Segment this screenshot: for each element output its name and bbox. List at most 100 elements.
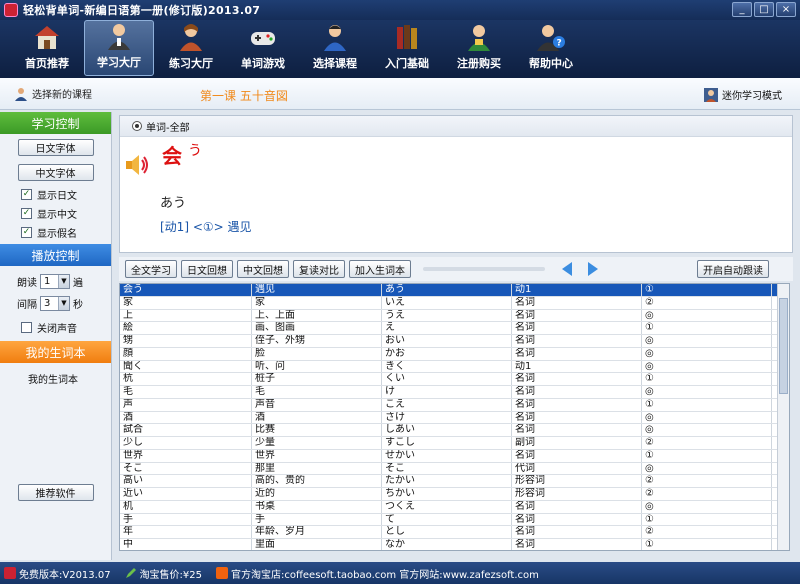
table-cell: とし bbox=[382, 526, 512, 538]
table-cell: ① bbox=[642, 398, 772, 411]
toolbar-home[interactable]: 首页推荐 bbox=[12, 20, 82, 76]
toolbar-help-center[interactable]: ? 帮助中心 bbox=[516, 20, 586, 76]
word-filter-label: 单词-全部 bbox=[146, 122, 190, 134]
toolbar-basics[interactable]: 入门基础 bbox=[372, 20, 442, 76]
jp-review-button[interactable]: 日文回想 bbox=[181, 260, 233, 278]
scrollbar-thumb[interactable] bbox=[779, 298, 788, 394]
show-cn-checkbox[interactable]: ✓ 显示中文 bbox=[21, 204, 111, 223]
word-filter[interactable]: 单词-全部 bbox=[120, 116, 792, 137]
table-cell: え bbox=[382, 322, 512, 334]
table-cell: 动1 bbox=[512, 360, 642, 373]
table-cell: 机 bbox=[120, 500, 252, 513]
read-count-select[interactable]: 1 ▼ bbox=[40, 273, 70, 289]
table-row[interactable]: 声声音 こえ 名词 ① bbox=[120, 398, 789, 412]
table-cell: 少量 bbox=[252, 437, 382, 449]
toolbar-study-hall[interactable]: 学习大厅 bbox=[84, 20, 154, 76]
interval-unit: 秒 bbox=[73, 299, 83, 311]
gamepad-icon bbox=[251, 32, 275, 45]
table-row[interactable]: 家家いえ 名词 ② bbox=[120, 296, 789, 310]
table-cell: うえ bbox=[382, 309, 512, 322]
vocab-item[interactable]: 我的生词本 bbox=[28, 371, 111, 386]
table-row[interactable]: 試合 比赛 しあい 名词 ◎ bbox=[120, 424, 789, 437]
table-row[interactable]: 会う 遇见 あう 动1 ① bbox=[120, 284, 789, 297]
taobao-icon bbox=[216, 567, 229, 579]
checkbox-checked-icon: ✓ bbox=[21, 189, 32, 200]
interval-select[interactable]: 3 ▼ bbox=[40, 295, 70, 311]
speaker-icon[interactable] bbox=[124, 152, 150, 178]
table-scrollbar[interactable] bbox=[777, 284, 789, 550]
table-row[interactable]: 中里面 なか 名词 ① bbox=[120, 539, 789, 550]
table-row[interactable]: 世界 世界 せかい 名词 ① bbox=[120, 449, 789, 463]
add-vocab-button[interactable]: 加入生词本 bbox=[349, 260, 411, 278]
table-row[interactable]: 上上、上面 うえ 名词 ◎ bbox=[120, 309, 789, 323]
table-cell: 形容词 bbox=[512, 488, 642, 500]
table-row[interactable]: そこ 那里 そこ 代词 ◎ bbox=[120, 462, 789, 476]
full-study-button[interactable]: 全文学习 bbox=[125, 260, 177, 278]
close-button[interactable]: × bbox=[776, 2, 796, 17]
table-cell: ① bbox=[642, 449, 772, 462]
table-cell: て bbox=[382, 513, 512, 526]
table-cell: ① bbox=[642, 513, 772, 526]
table-cell: 副词 bbox=[512, 437, 642, 449]
jp-font-button[interactable]: 日文字体 bbox=[17, 139, 94, 156]
table-row[interactable]: 近い 近的 ちかい 形容词 ② bbox=[120, 488, 789, 501]
table-cell: 中 bbox=[120, 539, 252, 550]
table-cell: 年 bbox=[120, 526, 252, 538]
table-row[interactable]: 毛毛け名词 ◎ bbox=[120, 386, 789, 399]
mini-mode-link[interactable]: 迷你学习模式 bbox=[704, 87, 782, 102]
house-icon bbox=[35, 26, 59, 49]
read-count-row: 朗读 1 ▼ 遍 bbox=[17, 270, 111, 292]
table-row[interactable]: 甥侄子、外甥 おい 名词 ◎ bbox=[120, 335, 789, 348]
table-row[interactable]: 手手て名词 ① bbox=[120, 513, 789, 527]
compare-button[interactable]: 复读对比 bbox=[293, 260, 345, 278]
progress-slider[interactable] bbox=[423, 267, 545, 271]
prev-arrow-icon[interactable] bbox=[559, 261, 575, 277]
play-control-header: 播放控制 bbox=[0, 244, 111, 266]
toolbar-register-buy[interactable]: 注册购买 bbox=[444, 20, 514, 76]
user-icon bbox=[15, 87, 27, 101]
table-cell: 名词 bbox=[512, 539, 642, 550]
mini-mode-label: 迷你学习模式 bbox=[722, 91, 782, 102]
table-row[interactable]: 年年龄、岁月 とし 名词 ② bbox=[120, 526, 789, 539]
study-controls: 全文学习 日文回想 中文回想 复读对比 加入生词本 开启自动跟读 bbox=[119, 257, 793, 281]
table-row[interactable]: 酒酒さけ 名词 ◎ bbox=[120, 411, 789, 425]
toolbar-word-game[interactable]: 单词游戏 bbox=[228, 20, 298, 76]
store-info[interactable]: 官方淘宝店:coffeesoft.taobao.com 官方网站:www.zaf… bbox=[216, 566, 539, 581]
table-row[interactable]: 聞く 听、问 きく 动1 ◎ bbox=[120, 360, 789, 374]
table-row[interactable]: 高い 高的、贵的 たかい 形容词 ② bbox=[120, 475, 789, 488]
table-cell: ② bbox=[642, 488, 772, 500]
table-row[interactable]: 杭桩子 くい 名词 ① bbox=[120, 373, 789, 386]
table-cell: ① bbox=[642, 373, 772, 385]
table-cell: ② bbox=[642, 296, 772, 309]
table-cell: 上、上面 bbox=[252, 309, 382, 322]
maximize-button[interactable]: □ bbox=[754, 2, 774, 17]
table-cell: かお bbox=[382, 347, 512, 360]
minimize-button[interactable]: _ bbox=[732, 2, 752, 17]
toolbar-select-course[interactable]: 选择课程 bbox=[300, 20, 370, 76]
cn-font-button[interactable]: 中文字体 bbox=[17, 164, 94, 181]
select-course-link[interactable]: 选择新的课程 bbox=[14, 86, 92, 101]
table-row[interactable]: 絵画、图画え名词 ① bbox=[120, 322, 789, 335]
table-row[interactable]: 机书桌 つくえ 名词 ◎ bbox=[120, 500, 789, 514]
table-cell: 名词 bbox=[512, 424, 642, 436]
table-row[interactable]: 顔脸かお 名词 ◎ bbox=[120, 347, 789, 361]
table-cell: 杭 bbox=[120, 373, 252, 385]
cn-review-button[interactable]: 中文回想 bbox=[237, 260, 289, 278]
table-cell: 酒 bbox=[252, 411, 382, 424]
price-text: 淘宝售价:¥25 bbox=[139, 569, 203, 581]
table-cell: 名词 bbox=[512, 296, 642, 309]
show-kana-checkbox[interactable]: ✓ 显示假名 bbox=[21, 223, 111, 242]
table-row[interactable]: 少し 少量 すこし 副词 ② bbox=[120, 437, 789, 450]
auto-read-button[interactable]: 开启自动跟读 bbox=[697, 260, 769, 278]
toolbar-practice-hall[interactable]: 练习大厅 bbox=[156, 20, 226, 76]
next-arrow-icon[interactable] bbox=[585, 261, 601, 277]
toolbar-select-course-label: 选择课程 bbox=[313, 57, 357, 70]
show-kana-label: 显示假名 bbox=[37, 229, 77, 240]
lesson-title: 第一课 五十音図 bbox=[200, 89, 288, 103]
table-cell: 名词 bbox=[512, 373, 642, 385]
table-cell: 书桌 bbox=[252, 500, 382, 513]
recommend-button[interactable]: 推荐软件 bbox=[17, 484, 94, 501]
show-jp-checkbox[interactable]: ✓ 显示日文 bbox=[21, 185, 111, 204]
table-cell: いえ bbox=[382, 296, 512, 309]
mute-checkbox[interactable]: 关闭声音 bbox=[21, 318, 111, 337]
